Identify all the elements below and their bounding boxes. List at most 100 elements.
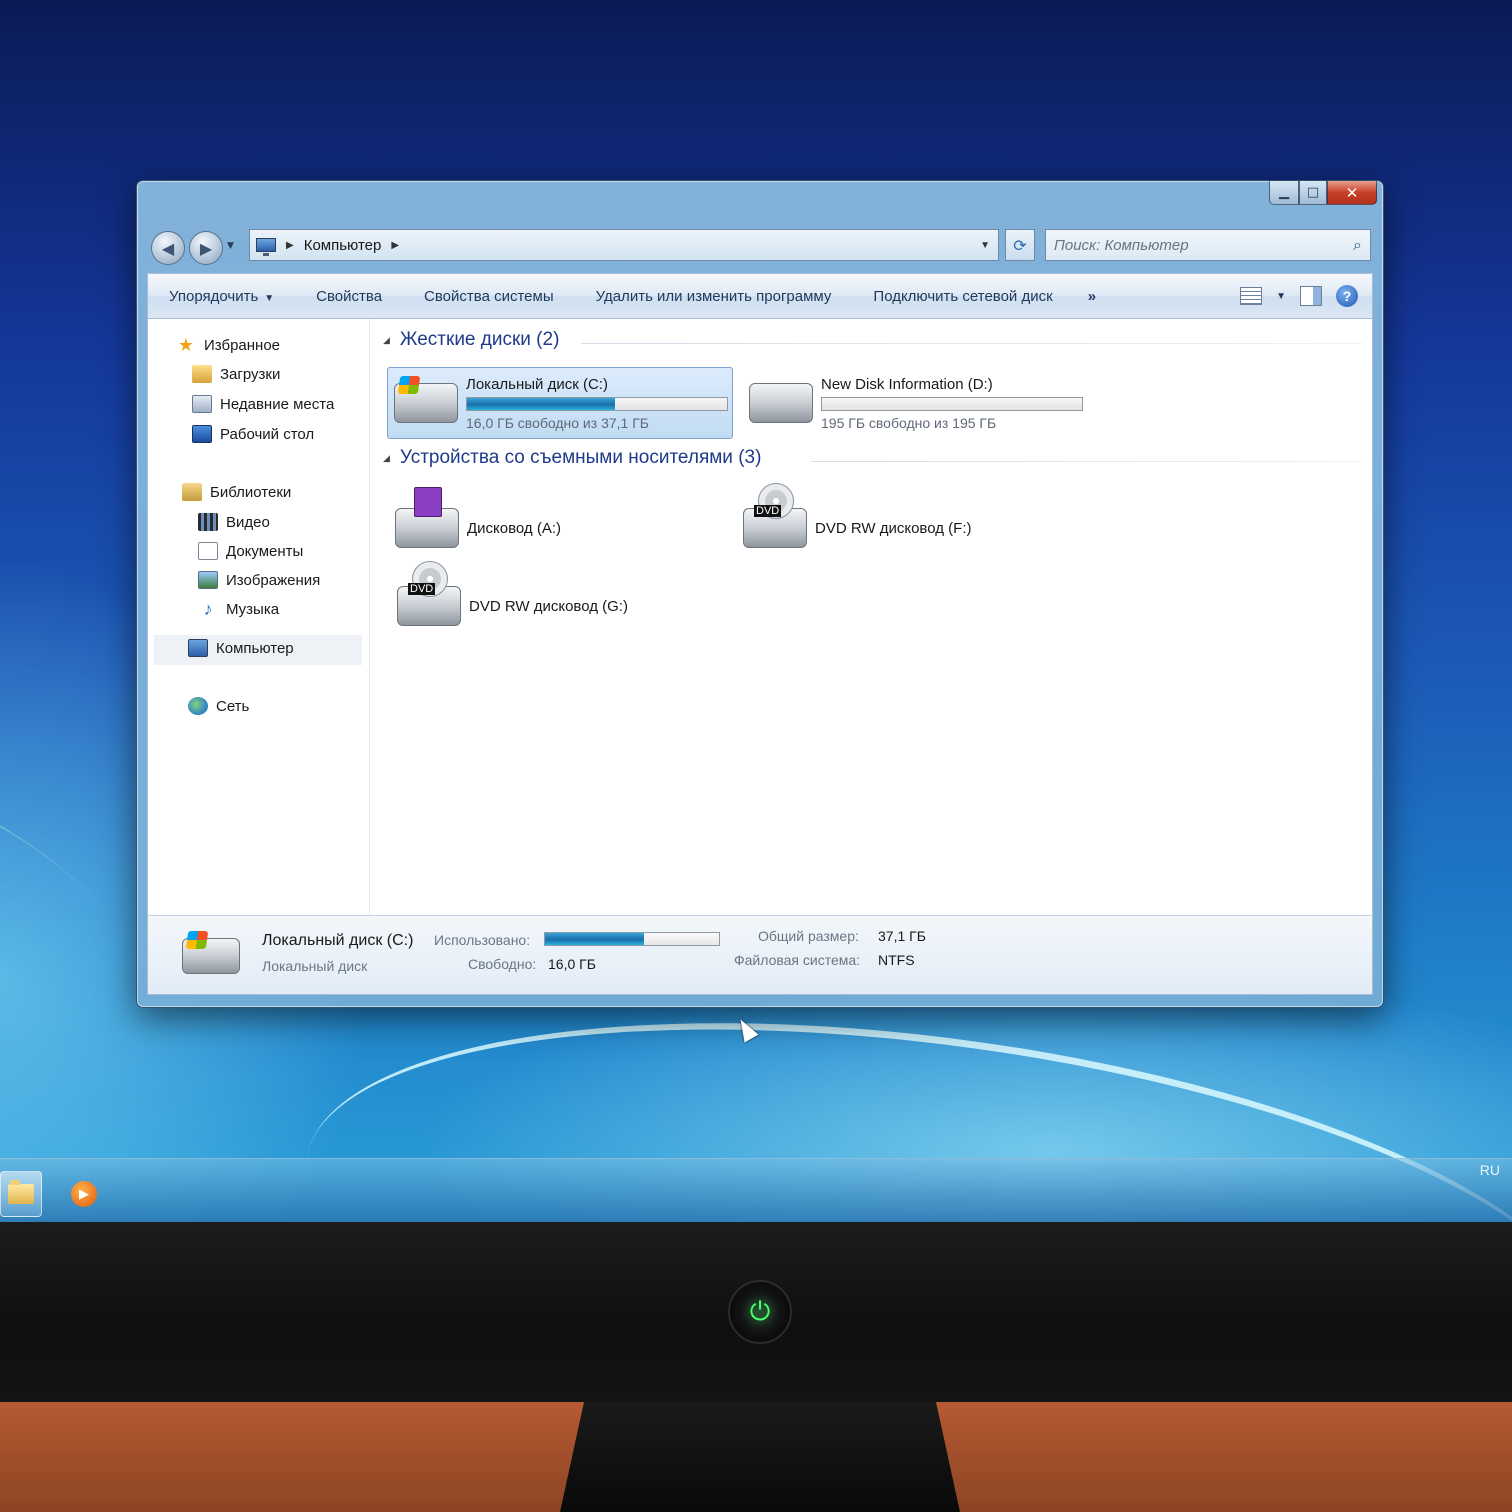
- power-button[interactable]: ⏻: [728, 1280, 792, 1344]
- command-bar: Упорядочить ▼ Свойства Свойства системы У…: [147, 273, 1373, 319]
- sidebar-item-videos[interactable]: Видео: [198, 513, 270, 531]
- help-icon[interactable]: ?: [1336, 285, 1358, 307]
- navigation-bar: ◀ ▶ ▼ ▶ Компьютер ▶ ▼ ⟳ ⌕: [149, 227, 1371, 267]
- sidebar-item-label: Избранное: [204, 337, 281, 354]
- details-pane: Локальный диск (C:) Локальный диск Испол…: [147, 915, 1373, 995]
- drive-name: DVD RW дисковод (G:): [469, 597, 628, 615]
- group-divider: [811, 461, 1362, 462]
- sidebar-item-pictures[interactable]: Изображения: [198, 571, 320, 589]
- collapse-toggle-icon[interactable]: ◢: [383, 453, 390, 464]
- sidebar-item-label: Недавние места: [220, 395, 335, 413]
- group-title: Жесткие диски (2): [399, 329, 560, 350]
- details-used-label: Использовано:: [434, 932, 531, 948]
- more-commands-button[interactable]: »: [1074, 288, 1110, 305]
- documents-icon: [198, 542, 218, 560]
- drive-name: Дисковод (A:): [467, 519, 562, 537]
- caption-buttons: ▁ □ ✕: [1269, 181, 1377, 207]
- sidebar-item-computer[interactable]: Компьютер: [188, 639, 294, 657]
- map-network-drive-button[interactable]: Подключить сетевой диск: [852, 288, 1073, 305]
- dvd-drive-icon: [397, 561, 461, 626]
- sidebar-item-libraries[interactable]: Библиотеки: [182, 483, 291, 501]
- drive-name: Локальный диск (C:): [466, 375, 608, 393]
- local-disk-icon: [394, 383, 458, 423]
- search-input[interactable]: [1054, 236, 1354, 254]
- details-free-value: 16,0 ГБ: [548, 956, 596, 972]
- view-options-dropdown[interactable]: ▼: [1276, 291, 1286, 302]
- drive-a[interactable]: Дисковод (A:): [395, 487, 715, 557]
- sidebar-item-label: Библиотеки: [210, 483, 292, 501]
- view-controls: ▼ ?: [1240, 285, 1372, 307]
- chevron-down-icon: ▼: [264, 292, 275, 304]
- drive-f[interactable]: DVD RW дисковод (F:): [743, 483, 1063, 557]
- sidebar-item-network[interactable]: Сеть: [188, 697, 249, 715]
- sidebar-item-label: Видео: [226, 513, 270, 531]
- search-icon[interactable]: ⌕: [1353, 235, 1362, 255]
- uninstall-program-button[interactable]: Удалить или изменить программу: [575, 288, 853, 305]
- computer-icon: [256, 238, 276, 256]
- computer-icon: [188, 639, 208, 657]
- details-fs-label: Файловая система:: [734, 952, 861, 968]
- sidebar-item-label: Изображения: [226, 571, 321, 589]
- sidebar-item-downloads[interactable]: Загрузки: [192, 365, 280, 383]
- taskbar-explorer-button[interactable]: [0, 1171, 42, 1217]
- breadcrumb-separator[interactable]: ▶: [391, 240, 399, 251]
- sidebar-item-label: Рабочий стол: [220, 425, 315, 443]
- navigation-pane: ★ Избранное Загрузки Недавние места Рабоч…: [148, 319, 370, 915]
- minimize-button[interactable]: ▁: [1269, 181, 1299, 205]
- breadcrumb-separator[interactable]: ▶: [286, 240, 294, 251]
- group-header-removable[interactable]: ◢ Устройства со съемными носителями (3): [383, 447, 761, 469]
- drive-usage-bar: [821, 396, 1083, 411]
- forward-button[interactable]: ▶: [189, 231, 223, 265]
- drive-free-space: 195 ГБ свободно из 195 ГБ: [821, 414, 997, 431]
- maximize-button[interactable]: □: [1299, 181, 1327, 205]
- preview-pane-icon[interactable]: [1300, 286, 1322, 306]
- star-icon: ★: [177, 335, 195, 355]
- address-bar[interactable]: ▶ Компьютер ▶ ▼: [249, 229, 999, 261]
- details-usage-fill: [545, 933, 645, 945]
- sidebar-item-label: Сеть: [216, 697, 250, 715]
- drive-c[interactable]: Локальный диск (C:) 16,0 ГБ свободно из …: [387, 367, 733, 439]
- recent-pages-dropdown[interactable]: ▼: [227, 241, 234, 251]
- taskbar-media-player-button[interactable]: ▶: [56, 1171, 112, 1217]
- details-free-label: Свободно:: [468, 956, 537, 972]
- details-drive-type: Локальный диск: [262, 958, 368, 974]
- sidebar-item-documents[interactable]: Документы: [198, 542, 303, 560]
- folder-icon: [8, 1180, 34, 1204]
- drive-g[interactable]: DVD RW дисковод (G:): [397, 561, 717, 635]
- sidebar-item-favorites[interactable]: ★ Избранное: [176, 335, 280, 356]
- close-button[interactable]: ✕: [1327, 181, 1377, 205]
- properties-button[interactable]: Свойства: [295, 288, 403, 305]
- power-icon: ⏻: [749, 1296, 771, 1327]
- taskbar: ▶ RU: [0, 1158, 1512, 1222]
- explorer-window: ▁ □ ✕ ◀ ▶ ▼ ▶ Компьютер ▶ ▼ ⟳ ⌕ Упорядоч…: [136, 180, 1384, 1008]
- details-fs-value: NTFS: [878, 952, 915, 968]
- sidebar-item-label: Компьютер: [216, 639, 294, 657]
- sidebar-item-desktop[interactable]: Рабочий стол: [192, 425, 314, 443]
- local-disk-icon: [182, 938, 240, 974]
- collapse-toggle-icon[interactable]: ◢: [383, 335, 390, 346]
- system-properties-button[interactable]: Свойства системы: [403, 288, 575, 305]
- recent-places-icon: [192, 395, 212, 413]
- language-indicator[interactable]: RU: [1480, 1159, 1500, 1181]
- breadcrumb-computer[interactable]: Компьютер: [304, 237, 382, 254]
- drive-name: DVD RW дисковод (F:): [815, 519, 972, 537]
- sidebar-item-label: Музыка: [226, 600, 280, 618]
- change-view-icon[interactable]: [1240, 287, 1263, 305]
- refresh-button[interactable]: ⟳: [1005, 229, 1035, 261]
- drive-name: New Disk Information (D:): [821, 375, 993, 393]
- group-header-hard-drives[interactable]: ◢ Жесткие диски (2): [383, 329, 559, 351]
- downloads-folder-icon: [192, 365, 212, 383]
- search-box[interactable]: ⌕: [1045, 229, 1371, 261]
- monitor-stand: [560, 1402, 960, 1512]
- back-button[interactable]: ◀: [151, 231, 185, 265]
- sidebar-item-music[interactable]: ♪ Музыка: [198, 598, 280, 619]
- sidebar-item-recent-places[interactable]: Недавние места: [192, 395, 334, 413]
- address-dropdown-icon[interactable]: ▼: [980, 240, 990, 251]
- organize-button[interactable]: Упорядочить ▼: [148, 288, 295, 305]
- music-note-icon: ♪: [203, 598, 213, 619]
- drive-d[interactable]: New Disk Information (D:) 195 ГБ свободн…: [743, 367, 1103, 439]
- drive-usage-bar: [466, 396, 728, 411]
- network-icon: [188, 697, 208, 715]
- floppy-drive-icon: [395, 487, 459, 548]
- desktop: ▁ □ ✕ ◀ ▶ ▼ ▶ Компьютер ▶ ▼ ⟳ ⌕ Упорядоч…: [0, 0, 1512, 1222]
